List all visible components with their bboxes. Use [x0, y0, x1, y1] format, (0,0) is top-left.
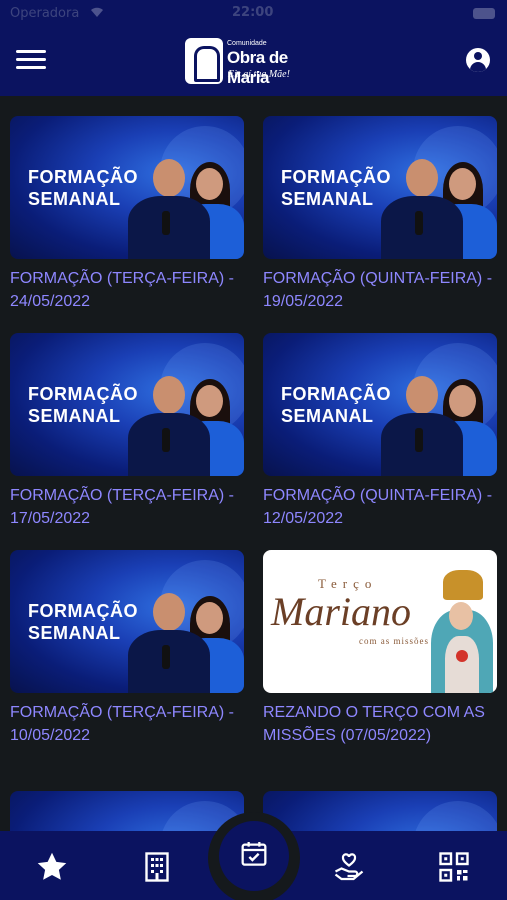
building-icon: [145, 852, 169, 882]
content-card[interactable]: [10, 791, 244, 831]
card-thumbnail: FORMAÇÃO SEMANAL: [263, 333, 497, 476]
hamburger-line: [16, 58, 46, 61]
thumbnail-label-line2: SEMANAL: [281, 189, 374, 209]
app-logo: Comunidade Obra de Maria Eis aí tua Mãe!: [185, 36, 330, 87]
card-title[interactable]: FORMAÇÃO (TERÇA-FEIRA) - 24/05/2022: [10, 267, 244, 313]
status-bar: Operadora 22:00: [0, 0, 507, 28]
card-thumbnail: Terço Mariano com as missões: [263, 550, 497, 693]
content-card[interactable]: [263, 791, 497, 831]
card-title[interactable]: FORMAÇÃO (TERÇA-FEIRA) - 17/05/2022: [10, 484, 244, 530]
terco-main-text: Mariano: [271, 589, 411, 634]
logo-title: Obra de Maria: [227, 48, 288, 87]
tab-building[interactable]: [139, 849, 175, 885]
hamburger-line: [16, 66, 46, 69]
tab-calendar[interactable]: [219, 821, 289, 891]
terco-sub-text: com as missões: [359, 636, 429, 646]
thumbnail-label-line2: SEMANAL: [28, 189, 121, 209]
content-feed[interactable]: FORMAÇÃO SEMANAL FORMAÇÃO (TERÇA-FEIRA) -…: [0, 96, 507, 831]
content-card[interactable]: FORMAÇÃO SEMANAL FORMAÇÃO (TERÇA-FEIRA) -…: [10, 550, 244, 747]
thumbnail-label-line1: FORMAÇÃO: [28, 384, 138, 404]
thumbnail-label-line2: SEMANAL: [28, 623, 121, 643]
thumbnail-label-line2: SEMANAL: [28, 406, 121, 426]
card-title[interactable]: FORMAÇÃO (QUINTA-FEIRA) - 19/05/2022: [263, 267, 497, 313]
hamburger-icon: [16, 50, 46, 53]
thumbnail-label-line1: FORMAÇÃO: [28, 167, 138, 187]
battery-icon: [473, 8, 495, 19]
thumbnail-label: FORMAÇÃO SEMANAL: [28, 383, 138, 427]
clock: 22:00: [232, 5, 274, 20]
card-thumbnail: FORMAÇÃO SEMANAL: [10, 116, 244, 259]
menu-button[interactable]: [16, 50, 46, 72]
tab-qr-code[interactable]: [436, 849, 472, 885]
calendar-check-icon: [241, 842, 267, 866]
card-title[interactable]: REZANDO O TERÇO COM AS MISSÕES (07/05/20…: [263, 701, 497, 747]
logo-small-text: Comunidade: [227, 40, 267, 47]
thumbnail-label: FORMAÇÃO SEMANAL: [281, 166, 391, 210]
thumbnail-label: FORMAÇÃO SEMANAL: [28, 166, 138, 210]
content-card[interactable]: FORMAÇÃO SEMANAL FORMAÇÃO (QUINTA-FEIRA) …: [263, 116, 497, 313]
thumbnail-glow: [413, 801, 497, 831]
user-icon: [474, 52, 482, 60]
card-thumbnail: FORMAÇÃO SEMANAL: [10, 550, 244, 693]
card-thumbnail: [263, 791, 497, 831]
carrier-label: Operadora: [10, 6, 80, 21]
tab-favorites[interactable]: [34, 849, 70, 885]
card-title[interactable]: FORMAÇÃO (QUINTA-FEIRA) - 12/05/2022: [263, 484, 497, 530]
thumbnail-label: FORMAÇÃO SEMANAL: [281, 383, 391, 427]
thumbnail-label-line2: SEMANAL: [281, 406, 374, 426]
content-card[interactable]: FORMAÇÃO SEMANAL FORMAÇÃO (TERÇA-FEIRA) -…: [10, 116, 244, 313]
thumbnail-label-line1: FORMAÇÃO: [281, 384, 391, 404]
wifi-icon: [91, 7, 103, 17]
user-icon-body: [470, 62, 486, 72]
profile-button[interactable]: [466, 48, 490, 72]
hand-heart-icon: [334, 853, 364, 881]
content-card[interactable]: FORMAÇÃO SEMANAL FORMAÇÃO (TERÇA-FEIRA) -…: [10, 333, 244, 530]
virgin-mary-image: [425, 570, 497, 693]
logo-tagline: Eis aí tua Mãe!: [228, 69, 290, 80]
app-header: Comunidade Obra de Maria Eis aí tua Mãe!: [0, 28, 507, 96]
star-icon: [37, 852, 67, 880]
content-card[interactable]: FORMAÇÃO SEMANAL FORMAÇÃO (QUINTA-FEIRA) …: [263, 333, 497, 530]
card-title[interactable]: FORMAÇÃO (TERÇA-FEIRA) - 10/05/2022: [10, 701, 244, 747]
tab-donation[interactable]: [331, 849, 367, 885]
thumbnail-label-line1: FORMAÇÃO: [28, 601, 138, 621]
content-card[interactable]: Terço Mariano com as missões REZANDO O T…: [263, 550, 497, 747]
qr-code-icon: [439, 852, 469, 882]
thumbnail-label-line1: FORMAÇÃO: [281, 167, 391, 187]
card-thumbnail: FORMAÇÃO SEMANAL: [10, 333, 244, 476]
card-thumbnail: [10, 791, 244, 831]
thumbnail-label: FORMAÇÃO SEMANAL: [28, 600, 138, 644]
card-thumbnail: FORMAÇÃO SEMANAL: [263, 116, 497, 259]
logo-icon: [185, 38, 223, 84]
